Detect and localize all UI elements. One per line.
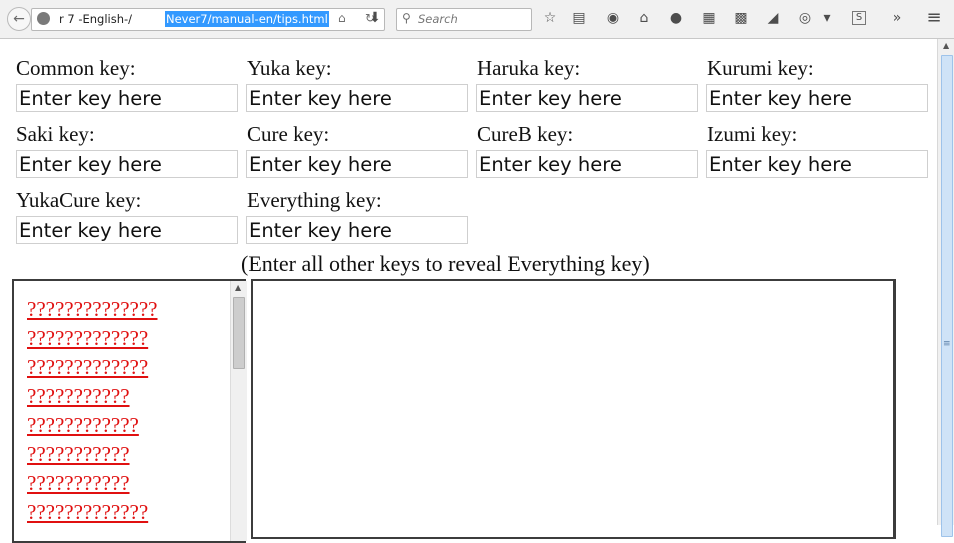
tip-link[interactable]: ??????????? [27, 440, 158, 469]
cureb-key-input[interactable] [476, 150, 698, 178]
reading-list-icon[interactable]: ▤ [570, 9, 588, 27]
search-icon: ⚲ [402, 11, 411, 25]
tip-link[interactable]: ??????????? [27, 469, 158, 498]
search-box[interactable]: ⚲ Search [396, 8, 532, 31]
lightbulb-icon[interactable]: ● [667, 9, 685, 27]
kurumi-key-input[interactable] [706, 84, 928, 112]
tip-link[interactable]: ??????????? [27, 382, 158, 411]
page-scroll-thumb[interactable] [941, 55, 953, 537]
page-scroll-up-arrow-icon[interactable]: ▲ [943, 41, 949, 50]
everything-key-input[interactable] [246, 216, 468, 244]
izumi-key-input[interactable] [706, 150, 928, 178]
overflow-chevron-icon[interactable]: » [888, 9, 906, 27]
tip-link[interactable]: ?????????????? [27, 295, 158, 324]
izumi-key-label: Izumi key: [707, 122, 798, 146]
cureb-key-label: CureB key: [477, 122, 574, 146]
yuka-key-label: Yuka key: [247, 56, 332, 80]
page-scrollbar[interactable]: ▲ ≡ [937, 39, 954, 537]
globe-icon [37, 12, 50, 25]
hamburger-menu-icon[interactable]: ≡ [925, 9, 943, 27]
back-arrow-icon: ← [13, 11, 25, 27]
everything-key-hint: (Enter all other keys to reveal Everythi… [241, 251, 650, 276]
bookmark-star-icon[interactable]: ☆ [541, 9, 559, 27]
qr-code-icon[interactable]: ▩ [732, 9, 750, 27]
home-icon[interactable]: ⌂ [635, 9, 653, 27]
back-button[interactable]: ← [7, 7, 31, 31]
tip-link[interactable]: ????????????? [27, 324, 158, 353]
tips-link-list: ?????????????? ????????????? ???????????… [27, 295, 158, 527]
search-placeholder: Search [418, 12, 458, 26]
yukacure-key-input[interactable] [16, 216, 238, 244]
tip-content-frame [251, 279, 896, 539]
home-small-icon[interactable]: ⌂ [338, 11, 346, 25]
everything-key-label: Everything key: [247, 188, 382, 212]
browser-toolbar: ← r 7 -English-/ Never7/manual-en/tips.h… [0, 0, 954, 39]
haruka-key-input[interactable] [476, 84, 698, 112]
frame-scroll-thumb[interactable] [233, 297, 245, 369]
frame-scrollbar[interactable]: ▲ [230, 281, 247, 541]
yuka-key-input[interactable] [246, 84, 468, 112]
tip-link[interactable]: ????????????? [27, 498, 158, 527]
download-icon[interactable]: ⬇ [366, 9, 384, 27]
kurumi-key-label: Kurumi key: [707, 56, 814, 80]
tips-list-frame: ?????????????? ????????????? ???????????… [12, 279, 247, 543]
grid-icon[interactable]: ▦ [700, 9, 718, 27]
tip-link[interactable]: ????????????? [27, 353, 158, 382]
scroll-grip-icon: ≡ [943, 339, 951, 349]
tip-link[interactable]: ???????????? [27, 411, 158, 440]
saki-key-input[interactable] [16, 150, 238, 178]
yukacure-key-label: YukaCure key: [16, 188, 142, 212]
common-key-label: Common key: [16, 56, 136, 80]
dropdown-arrow-icon[interactable]: ▾ [818, 9, 836, 27]
url-text: r 7 -English-/ [59, 12, 133, 26]
saki-key-label: Saki key: [16, 122, 95, 146]
scroll-up-arrow-icon[interactable]: ▲ [235, 283, 241, 292]
cure-key-label: Cure key: [247, 122, 330, 146]
url-selected-text: Never7/manual-en/tips.html [165, 11, 329, 27]
address-bar[interactable]: r 7 -English-/ Never7/manual-en/tips.htm… [31, 8, 385, 31]
haruka-key-label: Haruka key: [477, 56, 581, 80]
common-key-input[interactable] [16, 84, 238, 112]
send-icon[interactable]: ◢ [764, 9, 782, 27]
eye-icon[interactable]: ◎ [796, 9, 814, 27]
cure-key-input[interactable] [246, 150, 468, 178]
pocket-icon[interactable]: ◉ [604, 9, 622, 27]
s-box-icon[interactable]: S [852, 11, 866, 25]
